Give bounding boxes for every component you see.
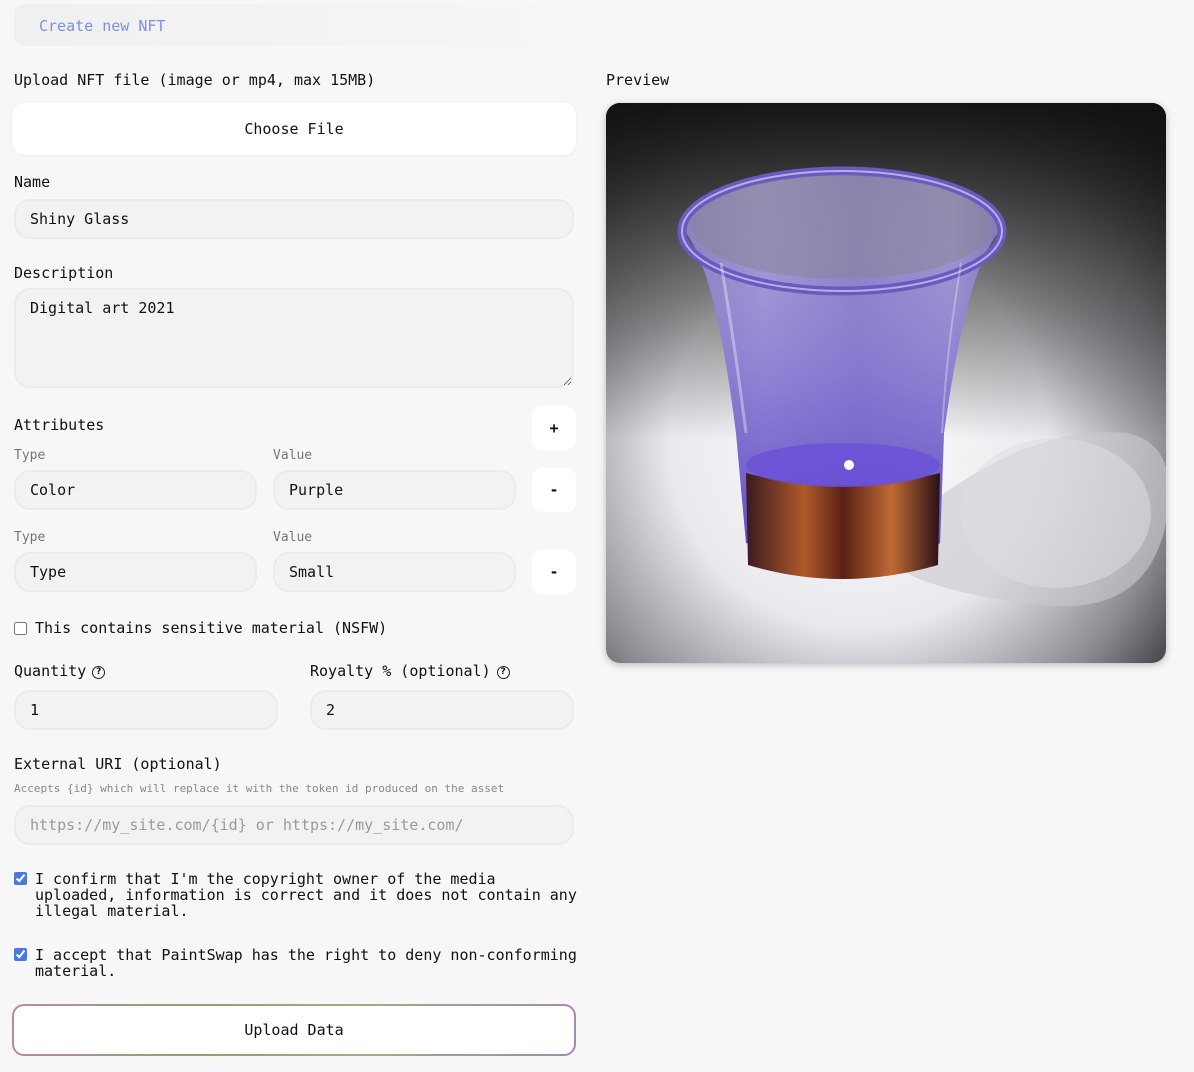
royalty-label: Royalty % (optional)? [310,662,510,680]
attribute-value-input[interactable] [273,470,516,510]
nsfw-checkbox[interactable] [14,622,27,635]
external-uri-input[interactable] [14,805,574,845]
upload-data-button[interactable]: Upload Data [12,1004,576,1056]
choose-file-button[interactable]: Choose File [12,103,576,155]
page-header: Create new NFT [14,4,1166,46]
remove-attribute-button[interactable]: - [532,550,576,594]
remove-attribute-button[interactable]: - [532,468,576,512]
copyright-label: I confirm that I'm the copyright owner o… [35,870,577,920]
question-circle-icon[interactable]: ? [92,666,106,679]
nsfw-label: This contains sensitive material (NSFW) [35,619,388,637]
terms-checkbox[interactable] [14,948,27,961]
attribute-value-input[interactable] [273,552,516,592]
description-label: Description [14,264,114,282]
upload-data-button-label: Upload Data [14,1006,574,1054]
terms-label: I accept that PaintSwap has the right to… [35,946,577,980]
copyright-checkbox[interactable] [14,872,27,885]
name-input[interactable] [14,199,574,239]
upload-label: Upload NFT file (image or mp4, max 15MB) [14,71,376,89]
external-uri-label: External URI (optional) [14,755,222,773]
attribute-type-label: Type [14,448,46,463]
glass-image [606,103,1166,663]
royalty-label-text: Royalty % (optional) [310,662,491,680]
page-title: Create new NFT [39,17,166,35]
quantity-input[interactable] [14,690,278,730]
preview-label: Preview [606,71,670,89]
attribute-type-label: Type [14,530,46,545]
royalty-input[interactable] [310,690,574,730]
quantity-label-text: Quantity [14,662,87,680]
preview-image [606,103,1166,663]
attributes-label: Attributes [14,416,105,434]
external-uri-hint: Accepts {id} which will replace it with … [14,782,505,795]
attribute-type-input[interactable] [14,470,257,510]
add-attribute-button[interactable]: + [532,406,576,450]
attribute-value-label: Value [273,530,313,545]
attribute-value-label: Value [273,448,313,463]
question-circle-icon[interactable]: ? [496,666,510,679]
quantity-label: Quantity? [14,662,106,680]
attribute-type-input[interactable] [14,552,257,592]
name-label: Name [14,173,51,191]
description-textarea[interactable]: Digital art 2021 [14,288,574,388]
